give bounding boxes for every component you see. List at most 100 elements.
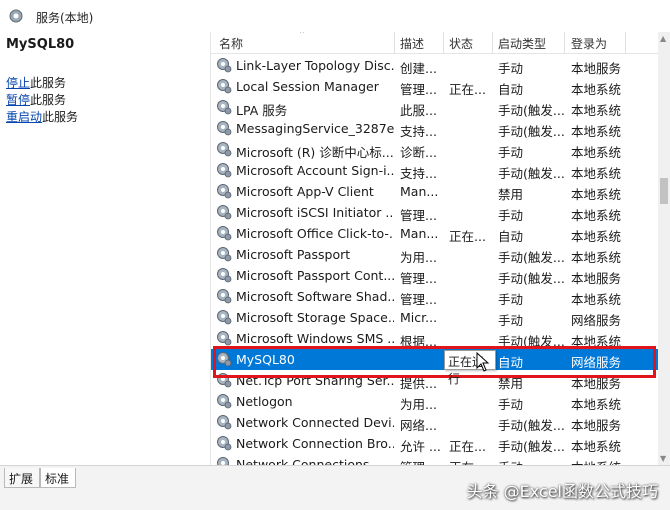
cell-desc: 为用...	[400, 397, 437, 412]
stop-link[interactable]: 停止	[6, 76, 30, 90]
table-row-selected[interactable]: MySQL80 自动 网络服务	[211, 349, 658, 370]
cell-startup: 手动	[498, 145, 524, 160]
cell-startup: 手动(触发...	[498, 418, 564, 433]
table-row[interactable]: Microsoft Software Shad... 管理... 手动 本地系统	[211, 286, 658, 307]
table-row[interactable]: Net.Tcp Port Sharing Ser... 提供... 禁用 本地服务	[211, 370, 658, 391]
cell-name: Microsoft (R) 诊断中心标...	[236, 145, 394, 160]
cell-desc: Man...	[400, 184, 439, 199]
cell-desc: 诊断...	[400, 145, 437, 160]
table-row[interactable]: Local Session Manager 管理... 正在... 自动 本地系统	[211, 76, 658, 97]
table-row[interactable]: Microsoft Passport 为用... 手动(触发... 本地系统	[211, 244, 658, 265]
cell-startup: 禁用	[498, 187, 524, 202]
service-gear-icon	[216, 120, 232, 136]
column-divider[interactable]	[564, 32, 565, 54]
cell-desc: 网络...	[400, 418, 437, 433]
cell-startup: 手动(触发...	[498, 250, 564, 265]
service-gear-icon	[216, 162, 232, 178]
table-row[interactable]: Microsoft Office Click-to-... Man... 正在...…	[211, 223, 658, 244]
cell-desc: 管理...	[400, 271, 437, 286]
table-row[interactable]: Link-Layer Topology Disc... 创建... 手动 本地服务	[211, 55, 658, 76]
cell-name: Microsoft iSCSI Initiator ...	[236, 205, 394, 220]
table-row[interactable]: Microsoft Account Sign-i... 支持... 手动(触发...…	[211, 160, 658, 181]
cell-startup: 手动	[498, 397, 524, 412]
service-gear-icon	[216, 141, 232, 157]
description-pane: MySQL80 停止此服务 暂停此服务 重启动此服务	[0, 32, 205, 467]
scrollbar-thumb[interactable]	[660, 178, 668, 204]
table-row[interactable]: Microsoft App-V Client Man... 禁用 本地系统	[211, 181, 658, 202]
cell-desc: 创建...	[400, 61, 437, 76]
service-gear-icon	[216, 372, 232, 388]
tab-extended[interactable]: 扩展	[4, 468, 40, 488]
table-row[interactable]: Microsoft Windows SMS ... 根据... 手动(触发... 本地…	[211, 328, 658, 349]
cell-logon: 本地系统	[571, 439, 622, 454]
cell-logon: 本地系统	[571, 334, 622, 349]
column-logon-as[interactable]: 登录为	[571, 35, 607, 52]
table-row[interactable]: Microsoft (R) 诊断中心标... 诊断... 手动 本地系统	[211, 139, 658, 160]
watermark-text: 头条 @Excel函数公式技巧	[466, 482, 658, 501]
service-gear-icon	[216, 57, 232, 73]
pause-service-action: 暂停此服务	[6, 91, 66, 108]
cell-status: 正在...	[449, 457, 494, 465]
service-gear-icon	[216, 267, 232, 283]
cell-name: LPA 服务	[236, 103, 288, 118]
service-gear-icon	[216, 288, 232, 304]
scroll-up-icon[interactable]: ▲	[660, 34, 666, 43]
service-gear-icon	[216, 351, 232, 367]
table-row[interactable]: Network Connections 管理... 正在... 手动本地系统	[211, 454, 658, 465]
service-gear-icon	[216, 309, 232, 325]
service-gear-icon	[216, 414, 232, 430]
selected-service-name: MySQL80	[6, 37, 75, 52]
column-status[interactable]: 状态	[449, 35, 473, 52]
service-gear-icon	[216, 246, 232, 262]
tab-standard[interactable]: 标准	[40, 468, 76, 488]
cell-desc: 为用...	[400, 250, 437, 265]
title-bar: 服务(本地)	[0, 0, 670, 32]
service-gear-icon	[216, 330, 232, 346]
table-row[interactable]: Network Connection Bro... 允许 ... 正在... 手动(触…	[211, 433, 658, 454]
services-list[interactable]: ⌃ 名称 描述 状态 启动类型 登录为 Link-Layer Topology …	[210, 32, 658, 465]
column-description[interactable]: 描述	[400, 35, 424, 52]
cell-desc: 支持...	[400, 166, 437, 181]
cell-desc: 允许 ...	[400, 439, 441, 454]
pause-link[interactable]: 暂停	[6, 93, 30, 107]
vertical-scrollbar[interactable]: ▲ ▼	[658, 32, 670, 465]
cell-logon: 网络服务	[571, 313, 622, 328]
cell-name: Microsoft Account Sign-i...	[236, 163, 394, 178]
column-name[interactable]: 名称	[219, 35, 243, 52]
cell-name: Network Connection Bro...	[236, 436, 394, 451]
table-row[interactable]: Microsoft Storage Space... Micr... 手动 网络服务	[211, 307, 658, 328]
cell-startup: 手动(触发...	[498, 334, 564, 349]
cell-startup: 手动	[498, 292, 524, 307]
scroll-down-icon[interactable]: ▼	[660, 454, 666, 463]
cell-name: Link-Layer Topology Disc...	[236, 58, 394, 73]
restart-service-action: 重启动此服务	[6, 108, 78, 125]
service-gear-icon	[216, 456, 232, 465]
column-divider[interactable]	[394, 32, 395, 54]
table-row[interactable]: MessagingService_3287e... 支持... 手动(触发... 本地…	[211, 118, 658, 139]
cell-startup: 自动	[498, 82, 524, 97]
column-divider[interactable]	[625, 32, 626, 54]
cell-logon: 本地系统	[571, 166, 622, 181]
service-gear-icon	[216, 183, 232, 199]
column-divider[interactable]	[443, 32, 444, 54]
cell-startup: 自动	[498, 229, 524, 244]
table-row[interactable]: Netlogon 为用... 手动 本地系统	[211, 391, 658, 412]
mouse-cursor-icon	[476, 351, 490, 375]
table-row[interactable]: Microsoft iSCSI Initiator ... 管理... 手动 本地系统	[211, 202, 658, 223]
table-row[interactable]: LPA 服务 此服... 手动(触发... 本地系统	[211, 97, 658, 118]
table-row[interactable]: Network Connected Devi... 网络... 手动(触发... 本地…	[211, 412, 658, 433]
column-divider[interactable]	[492, 32, 493, 54]
column-startup-type[interactable]: 启动类型	[498, 35, 546, 52]
cell-desc: 此服...	[400, 103, 437, 118]
cell-startup: 手动(触发...	[498, 166, 564, 181]
table-row[interactable]: Microsoft Passport Cont... 管理... 手动(触发... 本…	[211, 265, 658, 286]
cell-logon: 本地系统	[571, 250, 622, 265]
cell-name: Netlogon	[236, 394, 293, 409]
restart-link[interactable]: 重启动	[6, 110, 42, 124]
cell-desc: 管理...	[400, 457, 443, 465]
service-gear-icon	[216, 99, 232, 115]
cell-logon: 本地系统	[571, 397, 622, 412]
cell-desc: 管理...	[400, 208, 437, 223]
column-header: ⌃ 名称 描述 状态 启动类型 登录为	[211, 32, 658, 54]
window-title: 服务(本地)	[36, 11, 94, 25]
